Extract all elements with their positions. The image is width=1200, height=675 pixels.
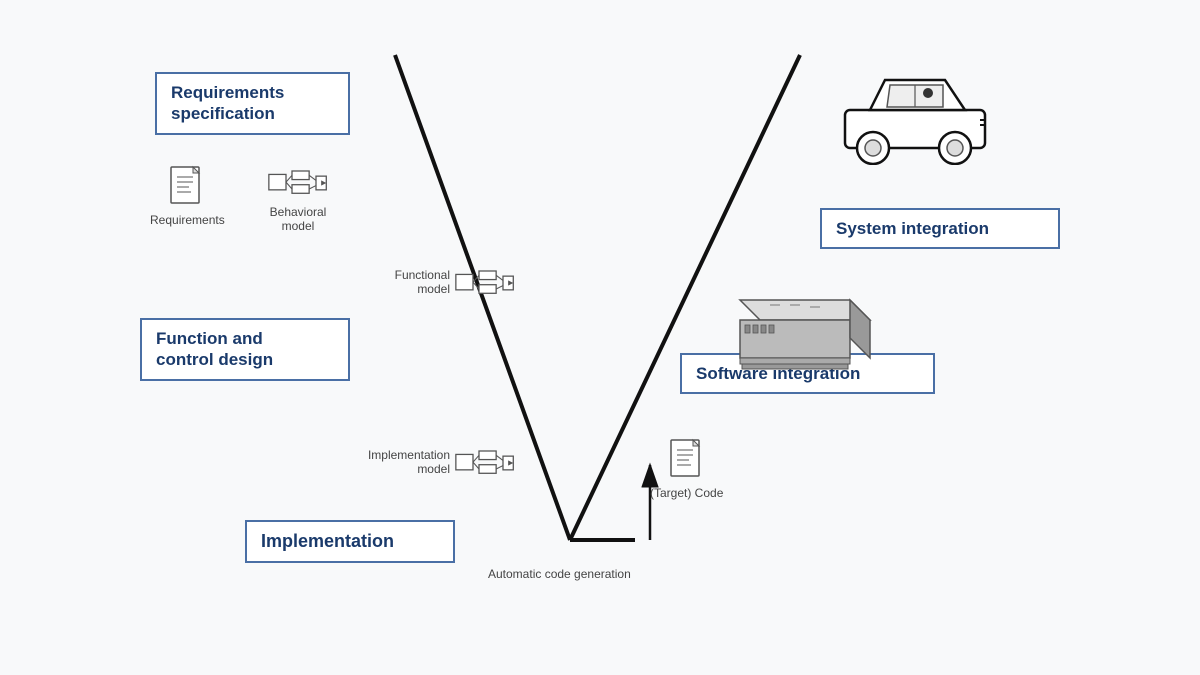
- behavioral-model-icon: [268, 165, 328, 201]
- requirements-label: Requirements: [150, 213, 225, 227]
- target-code-icon: [669, 438, 705, 482]
- functional-model-icon: [455, 265, 515, 301]
- car-icon-group: [835, 55, 995, 170]
- behavioral-model-icon-group: Behavioralmodel: [268, 165, 328, 233]
- behavioral-model-label: Behavioralmodel: [270, 205, 327, 233]
- target-code-label: (Target) Code: [650, 486, 723, 500]
- requirements-spec-box: Requirements specification: [155, 72, 350, 135]
- system-integration-box: System integration: [820, 208, 1060, 249]
- ecu-icon: [720, 285, 880, 375]
- implementation-box: Implementation: [245, 520, 455, 563]
- function-control-box: Function andcontrol design: [140, 318, 350, 381]
- car-icon: [835, 55, 995, 165]
- functional-model-label: Functionalmodel: [365, 268, 450, 296]
- auto-code-gen-label: Automatic code generation: [488, 567, 631, 581]
- impl-model-icon: [455, 445, 515, 481]
- v-model-diagram: Requirements specification Function andc…: [0, 0, 1200, 675]
- target-code-icon-group: (Target) Code: [650, 438, 723, 500]
- requirements-icon-group: Requirements: [150, 165, 225, 227]
- functional-model-icon-group: [455, 265, 515, 301]
- requirements-icon: [169, 165, 205, 209]
- impl-model-label: Implementationmodel: [360, 448, 450, 476]
- ecu-icon-group: [720, 285, 880, 380]
- impl-model-icon-group: [455, 445, 515, 481]
